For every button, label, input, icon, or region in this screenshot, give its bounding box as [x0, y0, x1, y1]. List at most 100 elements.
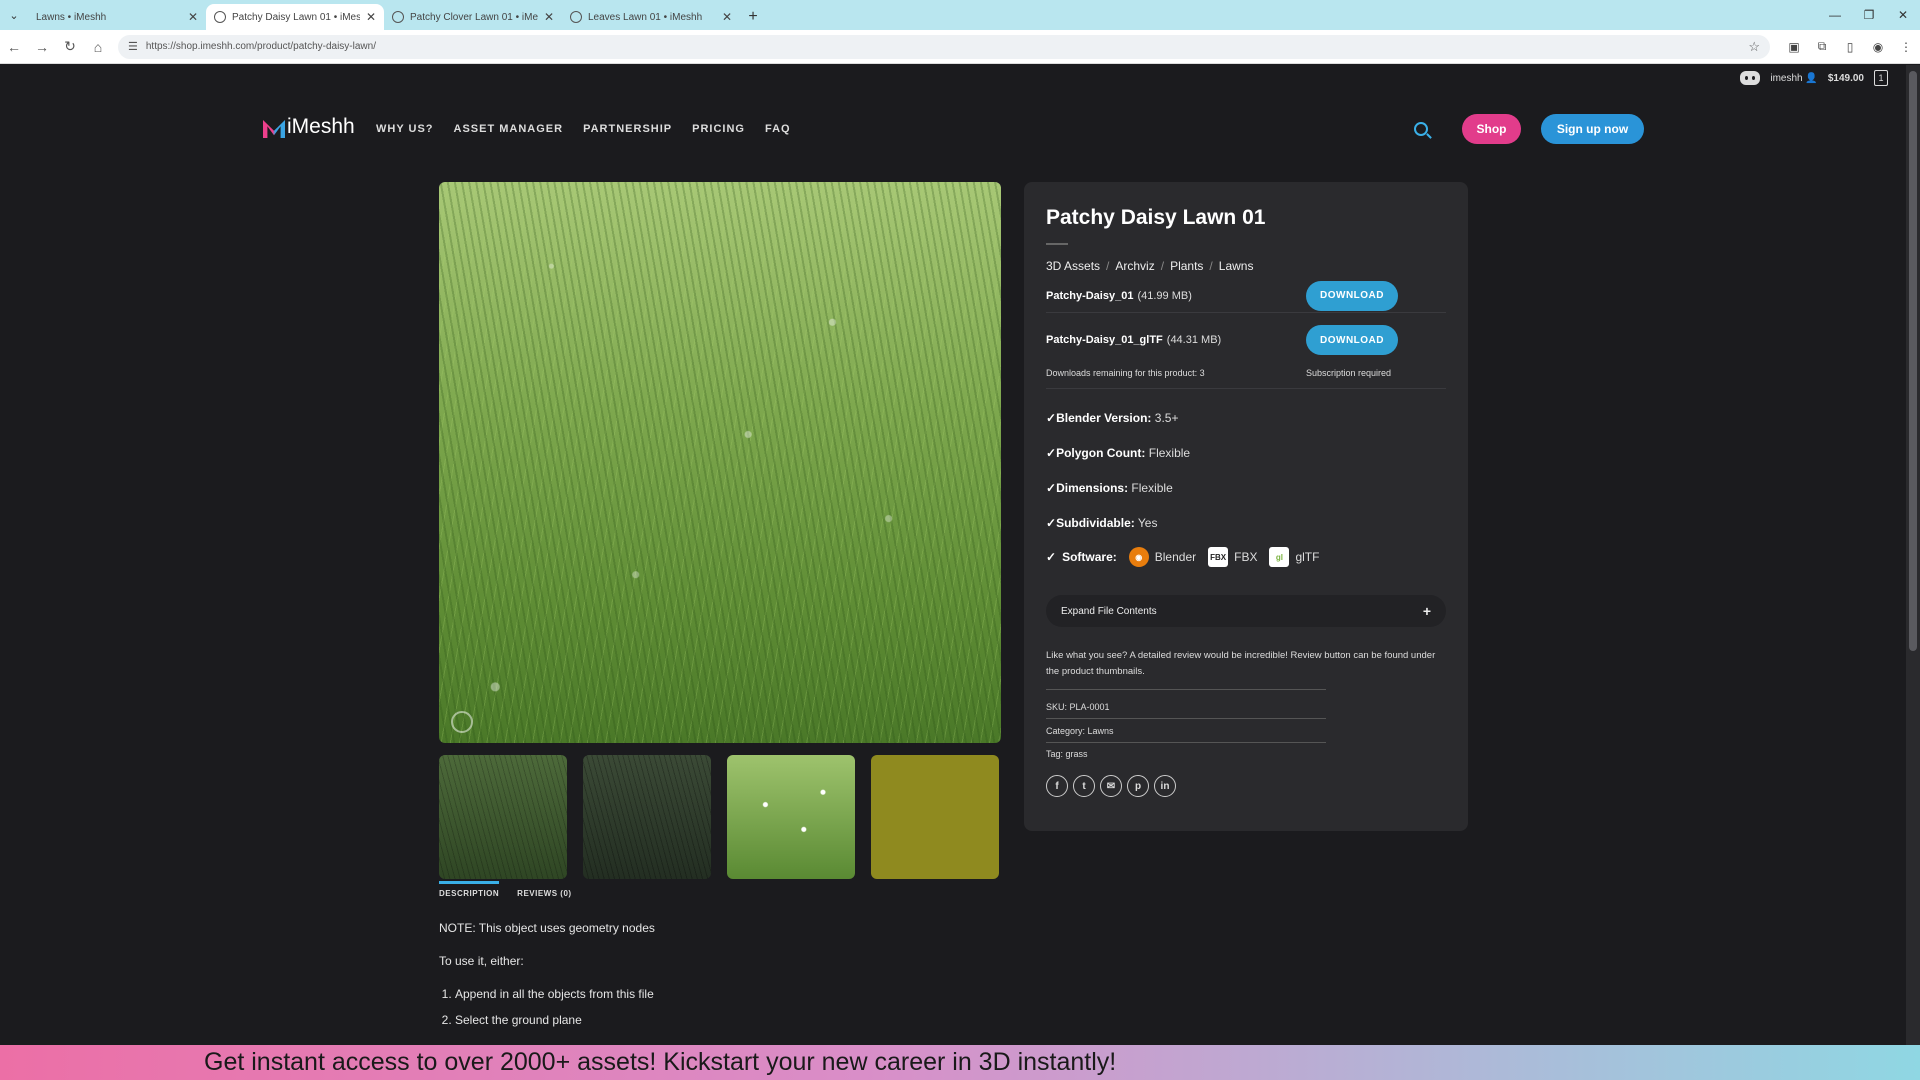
- product-title: Patchy Daisy Lawn 01: [1046, 206, 1266, 229]
- breadcrumb-archviz[interactable]: Archviz: [1115, 259, 1154, 273]
- browser-tab[interactable]: Patchy Clover Lawn 01 • iMeshh ✕: [384, 4, 562, 30]
- check-icon: ✓: [1046, 550, 1057, 564]
- reload-icon[interactable]: ↻: [56, 33, 84, 61]
- logo-text: iMeshh: [287, 115, 355, 138]
- description-note: NOTE: This object uses geometry nodes: [439, 921, 655, 935]
- restore-icon[interactable]: ❐: [1852, 0, 1886, 30]
- thumbnail[interactable]: [439, 755, 567, 879]
- bookmark-star-icon[interactable]: ☆: [1748, 39, 1760, 55]
- check-icon: ✓: [1046, 411, 1057, 425]
- imeshh-logo-icon: [263, 116, 285, 138]
- product-tabs: DESCRIPTION REVIEWS (0): [439, 881, 572, 898]
- search-icon[interactable]: [1414, 122, 1428, 136]
- browser-tab-active[interactable]: Patchy Daisy Lawn 01 • iMeshh ✕: [206, 4, 384, 30]
- extension-icon[interactable]: ▣: [1780, 33, 1808, 61]
- tab-close-icon[interactable]: ✕: [188, 10, 198, 24]
- user-icon: 👤: [1805, 72, 1818, 84]
- tab-close-icon[interactable]: ✕: [366, 10, 376, 24]
- product-thumbnails: [439, 755, 1001, 879]
- site-logo[interactable]: iMeshh: [263, 115, 355, 139]
- spec-value: 3.5+: [1154, 411, 1179, 425]
- browser-tab[interactable]: Lawns • iMeshh ✕: [28, 4, 303, 30]
- cart-total[interactable]: $149.00: [1828, 73, 1864, 84]
- zoom-icon[interactable]: [451, 711, 473, 733]
- tab-close-icon[interactable]: ✕: [544, 10, 554, 24]
- facebook-icon[interactable]: f: [1046, 775, 1068, 797]
- discord-icon[interactable]: [1740, 71, 1761, 85]
- new-tab-icon[interactable]: +: [740, 4, 766, 30]
- file-size: (41.99 MB): [1137, 289, 1192, 302]
- url-field[interactable]: ☰ https://shop.imeshh.com/product/patchy…: [118, 34, 1770, 59]
- breadcrumb-3d-assets[interactable]: 3D Assets: [1046, 259, 1100, 273]
- tab-description[interactable]: DESCRIPTION: [439, 881, 500, 898]
- tab-search-icon[interactable]: ⌄: [0, 0, 28, 30]
- product-main-image[interactable]: [439, 182, 1001, 743]
- downloads-remaining: Downloads remaining for this product: 3: [1046, 368, 1205, 378]
- forward-icon[interactable]: →: [28, 33, 56, 61]
- check-icon: ✓: [1046, 446, 1057, 460]
- breadcrumb-plants[interactable]: Plants: [1170, 259, 1203, 273]
- product-tag[interactable]: Tag: grass: [1046, 749, 1326, 759]
- back-icon[interactable]: ←: [0, 33, 28, 61]
- software-name: glTF: [1295, 550, 1320, 564]
- scrollbar-thumb[interactable]: [1909, 71, 1917, 651]
- gltf-icon: gl: [1269, 547, 1290, 567]
- browser-tab-bar: ⌄ Lawns • iMeshh ✕ Patchy Daisy Lawn 01 …: [0, 0, 1920, 30]
- profile-avatar-icon[interactable]: ◉: [1864, 33, 1892, 61]
- product-description: NOTE: This object uses geometry nodes To…: [439, 922, 655, 1040]
- extensions-puzzle-icon[interactable]: ⧉: [1808, 33, 1836, 61]
- expand-file-contents-button[interactable]: Expand File Contents +: [1046, 595, 1446, 627]
- site-info-icon[interactable]: ☰: [128, 40, 138, 53]
- shop-button[interactable]: Shop: [1462, 114, 1521, 144]
- spec-label: Subdividable:: [1056, 516, 1135, 530]
- description-intro: To use it, either:: [439, 954, 524, 968]
- file-name: Patchy-Daisy_01: [1046, 289, 1134, 302]
- spec-polygon-count: ✓Polygon Count: Flexible: [1046, 446, 1190, 460]
- thumbnail[interactable]: [727, 755, 855, 879]
- plus-icon: +: [1422, 603, 1431, 619]
- spec-dimensions: ✓Dimensions: Flexible: [1046, 481, 1173, 495]
- home-icon[interactable]: ⌂: [84, 33, 112, 61]
- nav-faq[interactable]: FAQ: [765, 123, 791, 135]
- spec-value: Flexible: [1131, 481, 1173, 495]
- tab-reviews[interactable]: REVIEWS (0): [517, 881, 571, 898]
- spec-label: Software:: [1062, 550, 1117, 564]
- share-buttons: f t ✉ p in: [1046, 775, 1176, 797]
- tab-close-icon[interactable]: ✕: [722, 10, 732, 24]
- product-category[interactable]: Category: Lawns: [1046, 726, 1326, 743]
- cart-icon[interactable]: 1: [1874, 70, 1888, 86]
- pinterest-icon[interactable]: p: [1127, 775, 1149, 797]
- linkedin-icon[interactable]: in: [1154, 775, 1176, 797]
- check-icon: ✓: [1046, 481, 1057, 495]
- tab-title: Patchy Daisy Lawn 01 • iMeshh: [232, 11, 360, 23]
- fbx-icon: FBX: [1208, 547, 1229, 567]
- nav-partnership[interactable]: PARTNERSHIP: [583, 123, 672, 135]
- browser-menu-icon[interactable]: ⋮: [1892, 33, 1920, 61]
- download-button[interactable]: DOWNLOAD: [1306, 280, 1398, 311]
- address-bar: ← → ↻ ⌂ ☰ https://shop.imeshh.com/produc…: [0, 30, 1920, 64]
- tab-title: Lawns • iMeshh: [36, 11, 107, 23]
- site-header: iMeshh WHY US? ASSET MANAGER PARTNERSHIP…: [0, 105, 1906, 155]
- minimize-icon[interactable]: —: [1818, 0, 1852, 30]
- globe-icon: [214, 11, 226, 23]
- spec-value: Yes: [1137, 516, 1158, 530]
- signup-button[interactable]: Sign up now: [1541, 114, 1644, 144]
- email-icon[interactable]: ✉: [1100, 775, 1122, 797]
- spec-value: Flexible: [1148, 446, 1191, 460]
- nav-asset-manager[interactable]: ASSET MANAGER: [454, 123, 564, 135]
- nav-why-us[interactable]: WHY US?: [376, 123, 434, 135]
- breadcrumb-lawns[interactable]: Lawns: [1219, 259, 1254, 273]
- page-content: imeshh 👤 $149.00 1 iMeshh WHY US? ASSET …: [0, 65, 1906, 1045]
- thumbnail[interactable]: [871, 755, 999, 879]
- twitter-icon[interactable]: t: [1073, 775, 1095, 797]
- promo-banner[interactable]: Get instant access to over 2000+ assets!…: [0, 1045, 1920, 1080]
- thumbnail[interactable]: [583, 755, 711, 879]
- account-link[interactable]: imeshh 👤: [1770, 73, 1817, 84]
- sidebar-icon[interactable]: ▯: [1836, 33, 1864, 61]
- browser-tab[interactable]: Leaves Lawn 01 • iMeshh ✕: [562, 4, 740, 30]
- list-item: Select the ground plane: [455, 1014, 655, 1026]
- nav-pricing[interactable]: PRICING: [692, 123, 745, 135]
- close-window-icon[interactable]: ✕: [1886, 0, 1920, 30]
- download-button[interactable]: DOWNLOAD: [1306, 325, 1398, 355]
- page-scrollbar[interactable]: [1906, 65, 1920, 1045]
